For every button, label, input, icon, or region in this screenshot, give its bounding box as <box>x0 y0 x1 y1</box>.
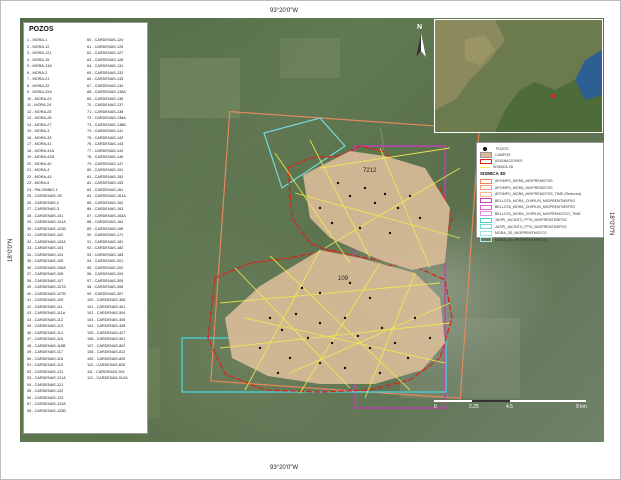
legend-swatch <box>480 191 492 197</box>
legend-swatch <box>480 178 492 184</box>
scale-label: 4.5 <box>506 404 513 410</box>
legend-label: JUSPI_JACINTO_PTSI_MIGPREMTMSFSG <box>495 218 567 222</box>
well-list-item: 58 - CARDENAS-123B <box>27 408 66 413</box>
legend-swatch <box>480 237 492 242</box>
legend-swatch <box>480 230 492 236</box>
scale-bar: 0 2.25 4.5 9 km <box>434 400 587 418</box>
legend-label: SISMICA 2D <box>493 165 514 169</box>
legend-label: MORA_3D_MIGPREMTMSFSG <box>495 237 547 242</box>
map-legend: POZOS CAMPOS ASIGNACIONES SISMICA 2D SISMICA… <box>476 142 604 242</box>
pozos-legend-panel: POZOS 1 - MORA-1 2 - MORA-12 3 - MORA-121 4… <box>23 22 148 434</box>
legend-label: APOMPO_MORA_MIGPREMCFSG_TIME (Reduced) <box>495 192 582 196</box>
legend-survey-item: APOMPO_MORA_MIGPREMCFSG_TIME (Reduced) <box>480 191 581 197</box>
inset-locator-map[interactable] <box>434 19 603 133</box>
north-label: N <box>417 24 423 31</box>
legend-swatch <box>483 147 487 151</box>
legend-swatch <box>480 211 492 216</box>
legend-survey-item: APOMPO_MORA_MIGPREMCFSG <box>480 178 553 184</box>
campo-cardenas <box>225 250 445 384</box>
legend-survey-item: JUSPI_JACINTO_PTSI_MIGPREMTMSFSG <box>480 224 567 230</box>
legend-heading: SISMICA 3D <box>480 171 506 176</box>
inset-location-marker <box>551 94 555 98</box>
legend-label: JUSPI_JACINTO_PTSI_MIGPREMTMSFSG <box>495 224 567 229</box>
coord-left: 18°0'0"N <box>8 238 14 262</box>
legend-survey-item: BELLOTA_MORA_CHIPILIN_MIGPREMTMSFSG <box>480 198 575 204</box>
legend-swatch <box>480 204 492 210</box>
legend-item: SISMICA 2D <box>480 164 513 170</box>
legend-swatch <box>480 217 492 223</box>
legend-survey-item: APOMPO_MORA_MIGPREMCFSG <box>480 185 553 191</box>
legend-label: APOMPO_MORA_MIGPREMCFSG <box>495 185 553 190</box>
field-label-b: 109 <box>338 276 349 282</box>
scale-label: 2.25 <box>469 404 479 410</box>
legend-survey-item: MORA_3D_MIGPREMTMSFSG <box>480 237 547 243</box>
legend-survey-item: MORA_3D_MIGPREMTMCFCO <box>480 230 547 236</box>
pozos-title: POZOS <box>29 26 54 33</box>
pozos-column-1: 1 - MORA-1 2 - MORA-12 3 - MORA-121 4 - MOR… <box>27 37 85 414</box>
legend-label: BELLOTA_MORA_CHIPILIN_MIGPREMCFCO_TIME <box>495 211 581 216</box>
legend-label: MORA_3D_MIGPREMTMCFCO <box>495 231 547 235</box>
legend-swatch <box>480 185 492 190</box>
legend-survey-item: BELLOTA_MORA_CHIPILIN_MIGPREMCFCO_TIME <box>480 211 581 217</box>
legend-survey-item: JUSPI_JACINTO_PTSI_MIGPREMTMSFSG <box>480 217 567 223</box>
well-list-item: 112 - CARDENAS-912A <box>87 376 128 380</box>
legend-swatch <box>480 198 492 203</box>
legend-label: APOMPO_MORA_MIGPREMCFSG <box>495 179 553 183</box>
field-label-a: 7212 <box>363 168 377 174</box>
coord-right: 18°0'0"N <box>608 212 614 236</box>
coord-bottom: 93°20'0"W <box>270 465 299 471</box>
north-arrow: N <box>414 24 428 58</box>
scale-label: 0 <box>434 404 437 410</box>
pozos-column-2: 60 - CARDENAS-124 61 - CARDENAS-125 62 - C… <box>87 37 145 382</box>
legend-swatch <box>480 158 492 164</box>
north-arrow-icon <box>416 33 426 57</box>
inset-overlay <box>435 20 602 132</box>
legend-label: BELLOTA_MORA_CHIPILIN_MIGPREMTMSFSG <box>495 198 576 203</box>
coord-top: 93°20'0"W <box>270 8 299 14</box>
legend-swatch <box>480 224 492 229</box>
legend-survey-item: BELLOTA_MORA_CHIPILIN_MIGPREMTMSFSG <box>480 204 575 210</box>
legend-label: BELLOTA_MORA_CHIPILIN_MIGPREMTMSFSG <box>495 205 576 209</box>
legend-swatch <box>480 166 490 168</box>
scale-label: 9 km <box>576 404 587 410</box>
